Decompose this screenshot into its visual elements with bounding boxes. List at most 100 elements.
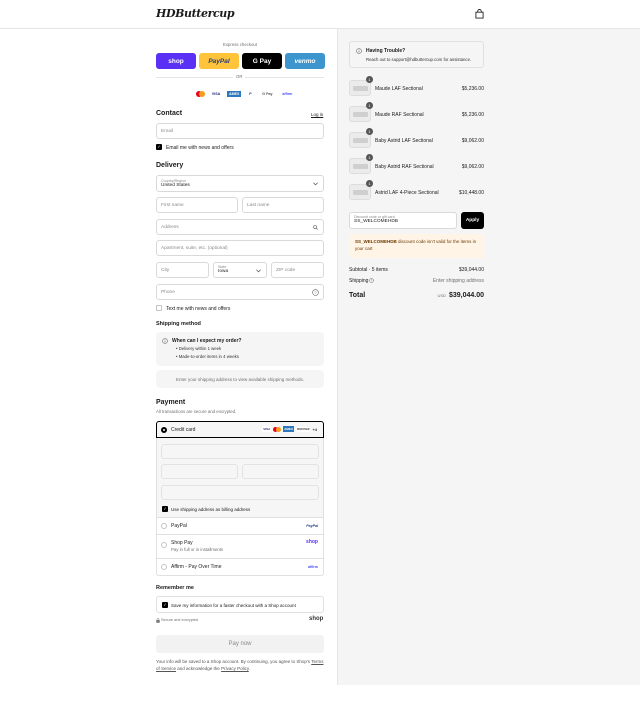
chevron-down-icon [256,269,261,273]
affirm-radio[interactable] [161,564,167,570]
lock-icon [156,618,160,623]
chevron-down-icon [313,182,318,186]
shop-pay-radio[interactable] [161,542,167,548]
mastercard-icon [273,426,282,432]
express-checkout-label: Express checkout [223,42,257,47]
help-circle-icon[interactable]: ? [369,278,374,283]
info-icon [356,48,362,54]
or-label: OR [233,74,246,79]
paypal-radio[interactable] [161,523,167,529]
email-news-checkbox[interactable]: ✓ [156,144,162,150]
item-price: $9,062.00 [461,164,484,170]
apartment-field[interactable]: Apartment, suite, etc. (optional) [156,240,324,256]
credit-card-logos: VISA AMEX DISCOVER +4 [262,426,317,432]
zip-field[interactable]: ZIP code [271,262,324,278]
sms-news-checkbox[interactable] [156,305,162,311]
help-box: Having Trouble? Reach out to support@hdb… [349,41,484,68]
shop-pay-option[interactable]: Shop Pay Pay in full or in installments … [156,535,324,559]
email-field[interactable]: Email [156,123,324,139]
legal-text: Your info will be saved to a Shop accoun… [156,659,324,672]
help-circle-icon[interactable]: ? [312,289,319,296]
apply-button[interactable]: Apply [461,212,484,229]
shop-pay-button[interactable]: shop [156,53,196,69]
affirm-option[interactable]: Affirm - Pay Over Time affirm [156,559,324,576]
payment-subtitle: All transactions are secure and encrypte… [156,409,237,414]
item-name: Astrid LAF 4-Piece Sectional [375,190,439,196]
shopping-bag-icon[interactable] [475,9,484,19]
google-pay-button[interactable]: G Pay [242,53,282,69]
last-name-field[interactable]: Last name [242,197,324,213]
visa-icon: VISA [262,426,272,432]
amex-icon: AMEX [227,91,242,97]
brand-logo[interactable]: HDButtercup [156,7,235,20]
quantity-badge: 1 [366,76,373,83]
phone-field[interactable]: Phone ? [156,284,324,300]
quantity-badge: 1 [366,180,373,187]
contact-heading: Contact [156,110,183,117]
affirm-option-label: Affirm - Pay Over Time [171,564,222,570]
affirm-logo: affirm [308,565,318,569]
subtotal-value: $39,044.00 [458,267,484,273]
card-form: ✓ Use shipping address as billing addres… [156,438,324,518]
accepted-cards: VISA AMEX P G Pay affirm [196,89,295,99]
privacy-link[interactable]: Privacy Policy [221,666,249,671]
quantity-badge: 1 [366,128,373,135]
state-select[interactable]: State Iowa [213,262,267,278]
google-pay-icon: G Pay [262,92,273,96]
country-value: United States [161,183,190,188]
paypal-option[interactable]: PayPal PayPal [156,518,324,535]
first-name-field[interactable]: First name [156,197,238,213]
shipping-info-item: • Delivery within 1 week [176,346,222,351]
shipping-info-box: When can I expect my order? • Delivery w… [156,332,324,366]
help-body: Reach out to support@hdbuttercup.com for… [366,57,472,62]
credit-card-radio[interactable] [161,426,167,433]
discount-error-code: SS_WELCOMEHDB [355,239,397,244]
phone-placeholder: Phone [161,289,175,295]
venmo-button[interactable]: venmo [285,53,325,69]
header: HDButtercup [0,0,640,29]
remember-me-heading: Remember me [156,585,194,591]
secure-label: Secure and encrypted [161,618,199,622]
help-title: Having Trouble? [366,48,406,54]
save-info-label: Save my information for a faster checkou… [171,603,296,608]
security-code-field[interactable] [242,464,319,479]
shipping-notice: Enter your shipping address to view avai… [156,370,324,388]
sofa-image [353,190,368,195]
shop-logo: shop [309,616,324,622]
address-placeholder: Address [161,224,179,230]
login-link[interactable]: Log in [311,112,323,117]
discover-icon: DISCOVER [295,426,311,432]
save-info-checkbox[interactable]: ✓ [162,602,168,608]
info-icon [162,338,168,344]
shipping-info-item: • Made-to-order items in 4 weeks [176,354,239,359]
name-on-card-field[interactable] [161,485,319,500]
total-label: Total [349,292,366,299]
shop-pay-sublabel: Pay in full or in installments [171,547,224,552]
total-amount: USD $39,044.00 [438,292,485,299]
pay-now-button[interactable]: Pay now [156,635,324,653]
credit-card-label: Credit card [171,427,196,433]
quantity-badge: 1 [366,154,373,161]
order-summary-panel [337,29,640,685]
country-select[interactable]: Country/Region United States [156,175,324,192]
total-value: $39,044.00 [448,292,484,299]
shipping-label: Shipping [349,278,369,284]
city-field[interactable]: City [156,262,209,278]
paypal-button[interactable]: PayPal [199,53,239,69]
expiration-field[interactable] [161,464,238,479]
card-number-field[interactable] [161,444,319,459]
item-price: $5,236.00 [461,112,484,118]
item-price: $5,236.00 [461,86,484,92]
credit-card-option[interactable]: Credit card VISA AMEX DISCOVER +4 [156,421,324,438]
mastercard-icon [196,91,205,97]
shipping-method-heading: Shipping method [156,321,201,327]
discount-code-field[interactable]: Discount code or gift card SS_WELCOMEHDB [349,212,457,229]
address-field[interactable]: Address [156,219,324,235]
amex-icon: AMEX [283,426,294,432]
billing-address-checkbox[interactable]: ✓ [162,506,168,512]
discount-error: SS_WELCOMEHDB discount code isn't valid … [349,234,484,258]
subtotal-label: Subtotal · 5 items [349,267,388,273]
sofa-image [353,86,368,91]
delivery-heading: Delivery [156,162,184,169]
item-name: Maude LAF Sectional [375,86,423,92]
